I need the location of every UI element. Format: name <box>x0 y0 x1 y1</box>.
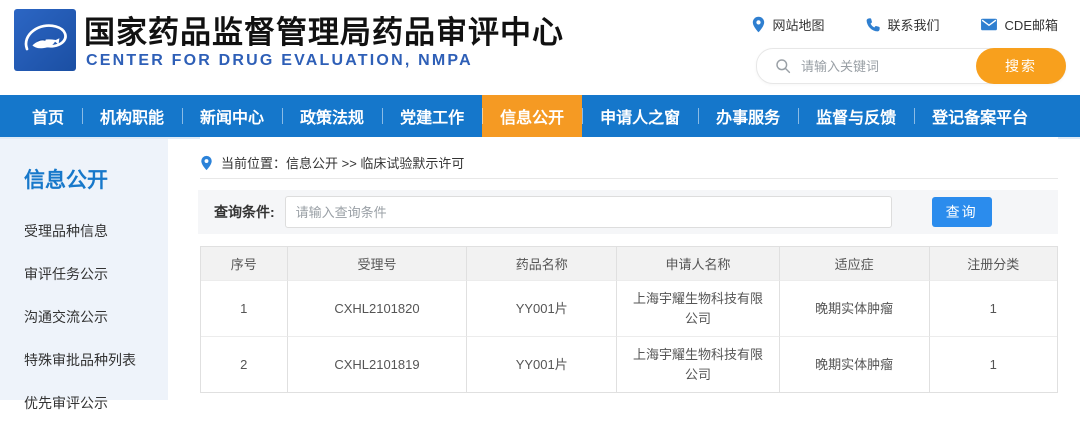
nav-item-首页[interactable]: 首页 <box>14 95 82 137</box>
nav-item-登记备案平台[interactable]: 登记备案平台 <box>914 95 1046 137</box>
sidebar-item-沟通交流公示[interactable]: 沟通交流公示 <box>24 295 136 338</box>
query-label: 查询条件: <box>214 204 275 220</box>
nav-item-新闻中心[interactable]: 新闻中心 <box>182 95 282 137</box>
search-button[interactable]: 搜索 <box>976 48 1066 84</box>
page-subtitle: CENTER FOR DRUG EVALUATION, NMPA <box>86 52 473 69</box>
phone-icon <box>865 17 881 33</box>
column-header: 序号 <box>230 257 257 272</box>
header-link-联系我们[interactable]: 联系我们 <box>865 15 940 34</box>
header-link-label: 联系我们 <box>887 18 940 33</box>
sidebar-item-优先审评公示[interactable]: 优先审评公示 <box>24 381 136 424</box>
column-header: 申请人名称 <box>616 247 779 280</box>
sidebar: 信息公开 受理品种信息 审评任务公示 沟通交流公示 特殊审批品种列表 优先审评公示 <box>0 139 168 411</box>
breadcrumb-text: 当前位置：信息公开 >> 临床试验默示许可 <box>221 156 465 171</box>
nav-item-办事服务[interactable]: 办事服务 <box>698 95 798 137</box>
table-cell: CXHL2101820 <box>286 280 467 336</box>
table-row: 1 CXHL2101820 YY001片 上海宇耀生物科技有限公司 晚期实体肿瘤 1 <box>201 280 1057 336</box>
search-icon <box>775 58 791 79</box>
sidebar-item-受理品种信息[interactable]: 受理品种信息 <box>24 209 136 252</box>
table-cell: YY001片 <box>466 336 617 392</box>
mail-icon <box>980 17 998 32</box>
results-table: 序号 受理号 药品名称 申请人名称 适应症 注册分类 1 CXHL2101820 YY001片上… <box>200 246 1058 393</box>
nav-item-申请人之窗[interactable]: 申请人之窗 <box>582 95 698 137</box>
main-nav: 首页 机构职能 新闻中心 政策法规 党建工作 信息公开 申请人之窗 办事服务 监督与反馈 登记备案… <box>0 95 1080 139</box>
nav-item-党建工作[interactable]: 党建工作 <box>382 95 482 137</box>
header-link-label: 网站地图 <box>772 18 825 33</box>
sidebar-title: 信息公开 <box>24 169 108 192</box>
nav-item-机构职能[interactable]: 机构职能 <box>82 95 182 137</box>
column-header: 适应症 <box>778 247 929 280</box>
breadcrumb: 当前位置：信息公开 >> 临床试验默示许可 <box>200 147 1058 179</box>
table-cell: 上海宇耀生物科技有限公司 <box>616 336 779 392</box>
header-link-CDE邮箱[interactable]: CDE邮箱 <box>980 15 1058 34</box>
sidebar-items: 受理品种信息 审评任务公示 沟通交流公示 特殊审批品种列表 优先审评公示 <box>24 209 136 424</box>
table-row: 2 CXHL2101819 YY001片 上海宇耀生物科技有限公司 晚期实体肿瘤 1 <box>201 336 1057 392</box>
cde-logo-swoosh-icon <box>24 24 67 51</box>
nav-item-政策法规[interactable]: 政策法规 <box>282 95 382 137</box>
nav-item-监督与反馈[interactable]: 监督与反馈 <box>798 95 914 137</box>
table-cell: 1 <box>928 336 1057 392</box>
location-pin-icon <box>201 155 212 170</box>
table-cell: CXHL2101819 <box>286 336 467 392</box>
header-links: 网站地图 联系我们 CDE邮箱 <box>751 15 1058 34</box>
column-header: 药品名称 <box>466 247 616 280</box>
column-header: 受理号 <box>286 247 467 280</box>
query-input[interactable] <box>284 196 892 228</box>
table-cell: 晚期实体肿瘤 <box>778 280 929 336</box>
pin-icon <box>751 16 766 33</box>
site-header: 国家药品监督管理局药品审评中心 CENTER FOR DRUG EVALUATI… <box>0 0 1080 95</box>
sidebar-item-审评任务公示[interactable]: 审评任务公示 <box>24 252 136 295</box>
page-title: 国家药品监督管理局药品审评中心 <box>84 15 564 50</box>
table-cell: YY001片 <box>466 280 617 336</box>
cde-logo <box>14 9 76 71</box>
query-button[interactable]: 查询 <box>931 197 992 227</box>
query-bar: 查询条件: 查询 <box>198 190 1058 234</box>
table-cell: 1 <box>201 280 287 336</box>
table-cell: 1 <box>928 280 1057 336</box>
column-header: 注册分类 <box>928 247 1057 280</box>
table-cell: 上海宇耀生物科技有限公司 <box>616 280 779 336</box>
main-content: 当前位置：信息公开 >> 临床试验默示许可 查询条件: 查询 序号 受理号药品名称… <box>198 137 1058 400</box>
nav-item-信息公开[interactable]: 信息公开 <box>482 95 583 137</box>
table-header-row: 序号 受理号 药品名称 申请人名称 适应症 注册分类 <box>201 247 1057 280</box>
search-input[interactable] <box>799 50 983 82</box>
search-box: 搜索 <box>756 48 1066 84</box>
header-link-label: CDE邮箱 <box>1004 18 1058 33</box>
sidebar-item-特殊审批品种列表[interactable]: 特殊审批品种列表 <box>24 338 136 381</box>
table-cell: 晚期实体肿瘤 <box>778 336 929 392</box>
table-cell: 2 <box>201 336 287 392</box>
header-link-网站地图[interactable]: 网站地图 <box>751 15 825 34</box>
